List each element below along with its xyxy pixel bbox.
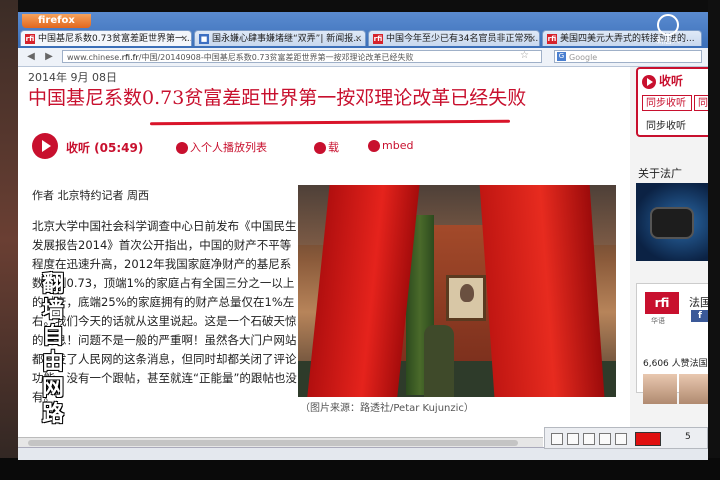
square-tool-icon[interactable]	[551, 433, 563, 445]
listen-button[interactable]: 收听 (05:49)	[66, 139, 143, 156]
tab-news-2[interactable]: ■ 国永嫌心肆事嫌堵继“双弄”| 新闻报... ×	[194, 30, 366, 46]
color-swatch[interactable]	[635, 432, 661, 446]
ntd-ring-icon	[657, 14, 679, 36]
sync-listen-link[interactable]: 同步收听	[646, 117, 686, 132]
facebook-icon[interactable]: f	[691, 310, 708, 322]
camera-icon	[650, 207, 694, 239]
article-author: 作者 北京特约记者 周西	[32, 189, 149, 202]
photo-caption: （图片来源：路透社/Petar Kujunzic）	[300, 403, 474, 414]
sidebar: 收听 同步收听 同 同步收听 关于法广 rfi 华语 法国 f 6,606 人赞…	[630, 67, 708, 437]
download-icon	[314, 142, 326, 154]
about-rfi-heading: 关于法广	[638, 167, 682, 180]
rfi-favicon-icon: rfi	[25, 33, 35, 44]
red-flag	[479, 185, 607, 397]
google-icon: G	[557, 52, 566, 61]
rfi-logo: rfi	[645, 292, 679, 314]
rfi-favicon-icon: rfi	[373, 33, 383, 44]
listen-widget: 收听 同步收听 同 同步收听	[636, 67, 708, 137]
page-tool-icon[interactable]	[583, 433, 595, 445]
close-icon[interactable]: ×	[528, 31, 536, 46]
navigation-bar: ◀ ▶ www.chinese.rfi.fr/中国/20140908-中国基尼系…	[18, 48, 708, 67]
tv-frame-right	[708, 0, 720, 480]
tab-sync-other[interactable]: 同	[694, 95, 708, 111]
firefox-menu-button[interactable]: firefox	[22, 14, 91, 28]
save-tool-icon[interactable]	[567, 433, 579, 445]
rfi-page-name[interactable]: 法国	[689, 294, 708, 310]
tv-frame-bottom	[0, 458, 720, 480]
close-icon[interactable]: ×	[354, 31, 362, 46]
annotation-toolbar: 5	[544, 427, 708, 449]
close-icon[interactable]: ×	[180, 31, 188, 46]
article-headline: 中国基尼系数0.73贫富差距世界第一按邓理论改革已经失败	[28, 87, 527, 109]
plus-icon	[176, 142, 188, 154]
embed-icon	[368, 140, 380, 152]
channel-logo: 新唐人	[640, 14, 696, 54]
back-arrow-icon[interactable]: ◀	[24, 50, 38, 64]
promo-banner[interactable]	[636, 183, 708, 261]
tab-article[interactable]: rfi 中国基尼系数0.73贫富差距世界第一... ×	[20, 30, 192, 46]
address-bar[interactable]: www.chinese.rfi.fr/中国/20140908-中国基尼系数0.7…	[62, 50, 542, 63]
avatar[interactable]	[679, 374, 708, 404]
page-favicon-icon: ■	[199, 33, 209, 44]
article-body: 北京大学中国社会科学调查中心日前发布《中国民生发展报告2014》首次公开指出，中…	[32, 219, 297, 404]
marker-tool-icon[interactable]	[615, 433, 627, 445]
pen-tool-icon[interactable]	[599, 433, 611, 445]
avatar[interactable]	[643, 374, 677, 404]
tab-sync-listen[interactable]: 同步收听	[642, 95, 692, 111]
bookmark-star-icon[interactable]: ☆	[520, 50, 529, 61]
rfi-favicon-icon: rfi	[547, 33, 557, 44]
tv-frame-left	[0, 0, 18, 480]
tab-bar: firefox rfi 中国基尼系数0.73贫富差距世界第一... × ■ 国永嫌心肆…	[18, 12, 708, 48]
forward-arrow-icon[interactable]: ▶	[42, 50, 56, 64]
size-stepper[interactable]: 5	[685, 432, 691, 442]
page-content: 2014年 9月 08日 中国基尼系数0.73贫富差距世界第一按邓理论改革已经失…	[18, 67, 708, 437]
play-icon	[642, 74, 656, 89]
watermark-overlay: 翻墙自由网路	[41, 272, 64, 427]
embed-link[interactable]: mbed	[368, 139, 413, 152]
tab-news-3[interactable]: rfi 中国今年至少已有34名官员非正常死... ×	[368, 30, 540, 46]
highlight-underline	[149, 119, 511, 126]
like-count: 6,606 人赞法国	[643, 359, 708, 369]
article-photo	[298, 185, 616, 397]
sidebar-listen-button[interactable]: 收听	[642, 72, 683, 89]
add-playlist-link[interactable]: 入个人播放列表	[176, 139, 267, 155]
play-icon[interactable]	[32, 133, 58, 159]
browser-window: firefox rfi 中国基尼系数0.73贫富差距世界第一... × ■ 国永嫌心肆…	[18, 12, 708, 460]
download-link[interactable]: 载	[314, 139, 339, 155]
portrait-image	[446, 275, 486, 321]
facebook-widget: rfi 华语 法国 f 6,606 人赞法国	[636, 283, 708, 404]
